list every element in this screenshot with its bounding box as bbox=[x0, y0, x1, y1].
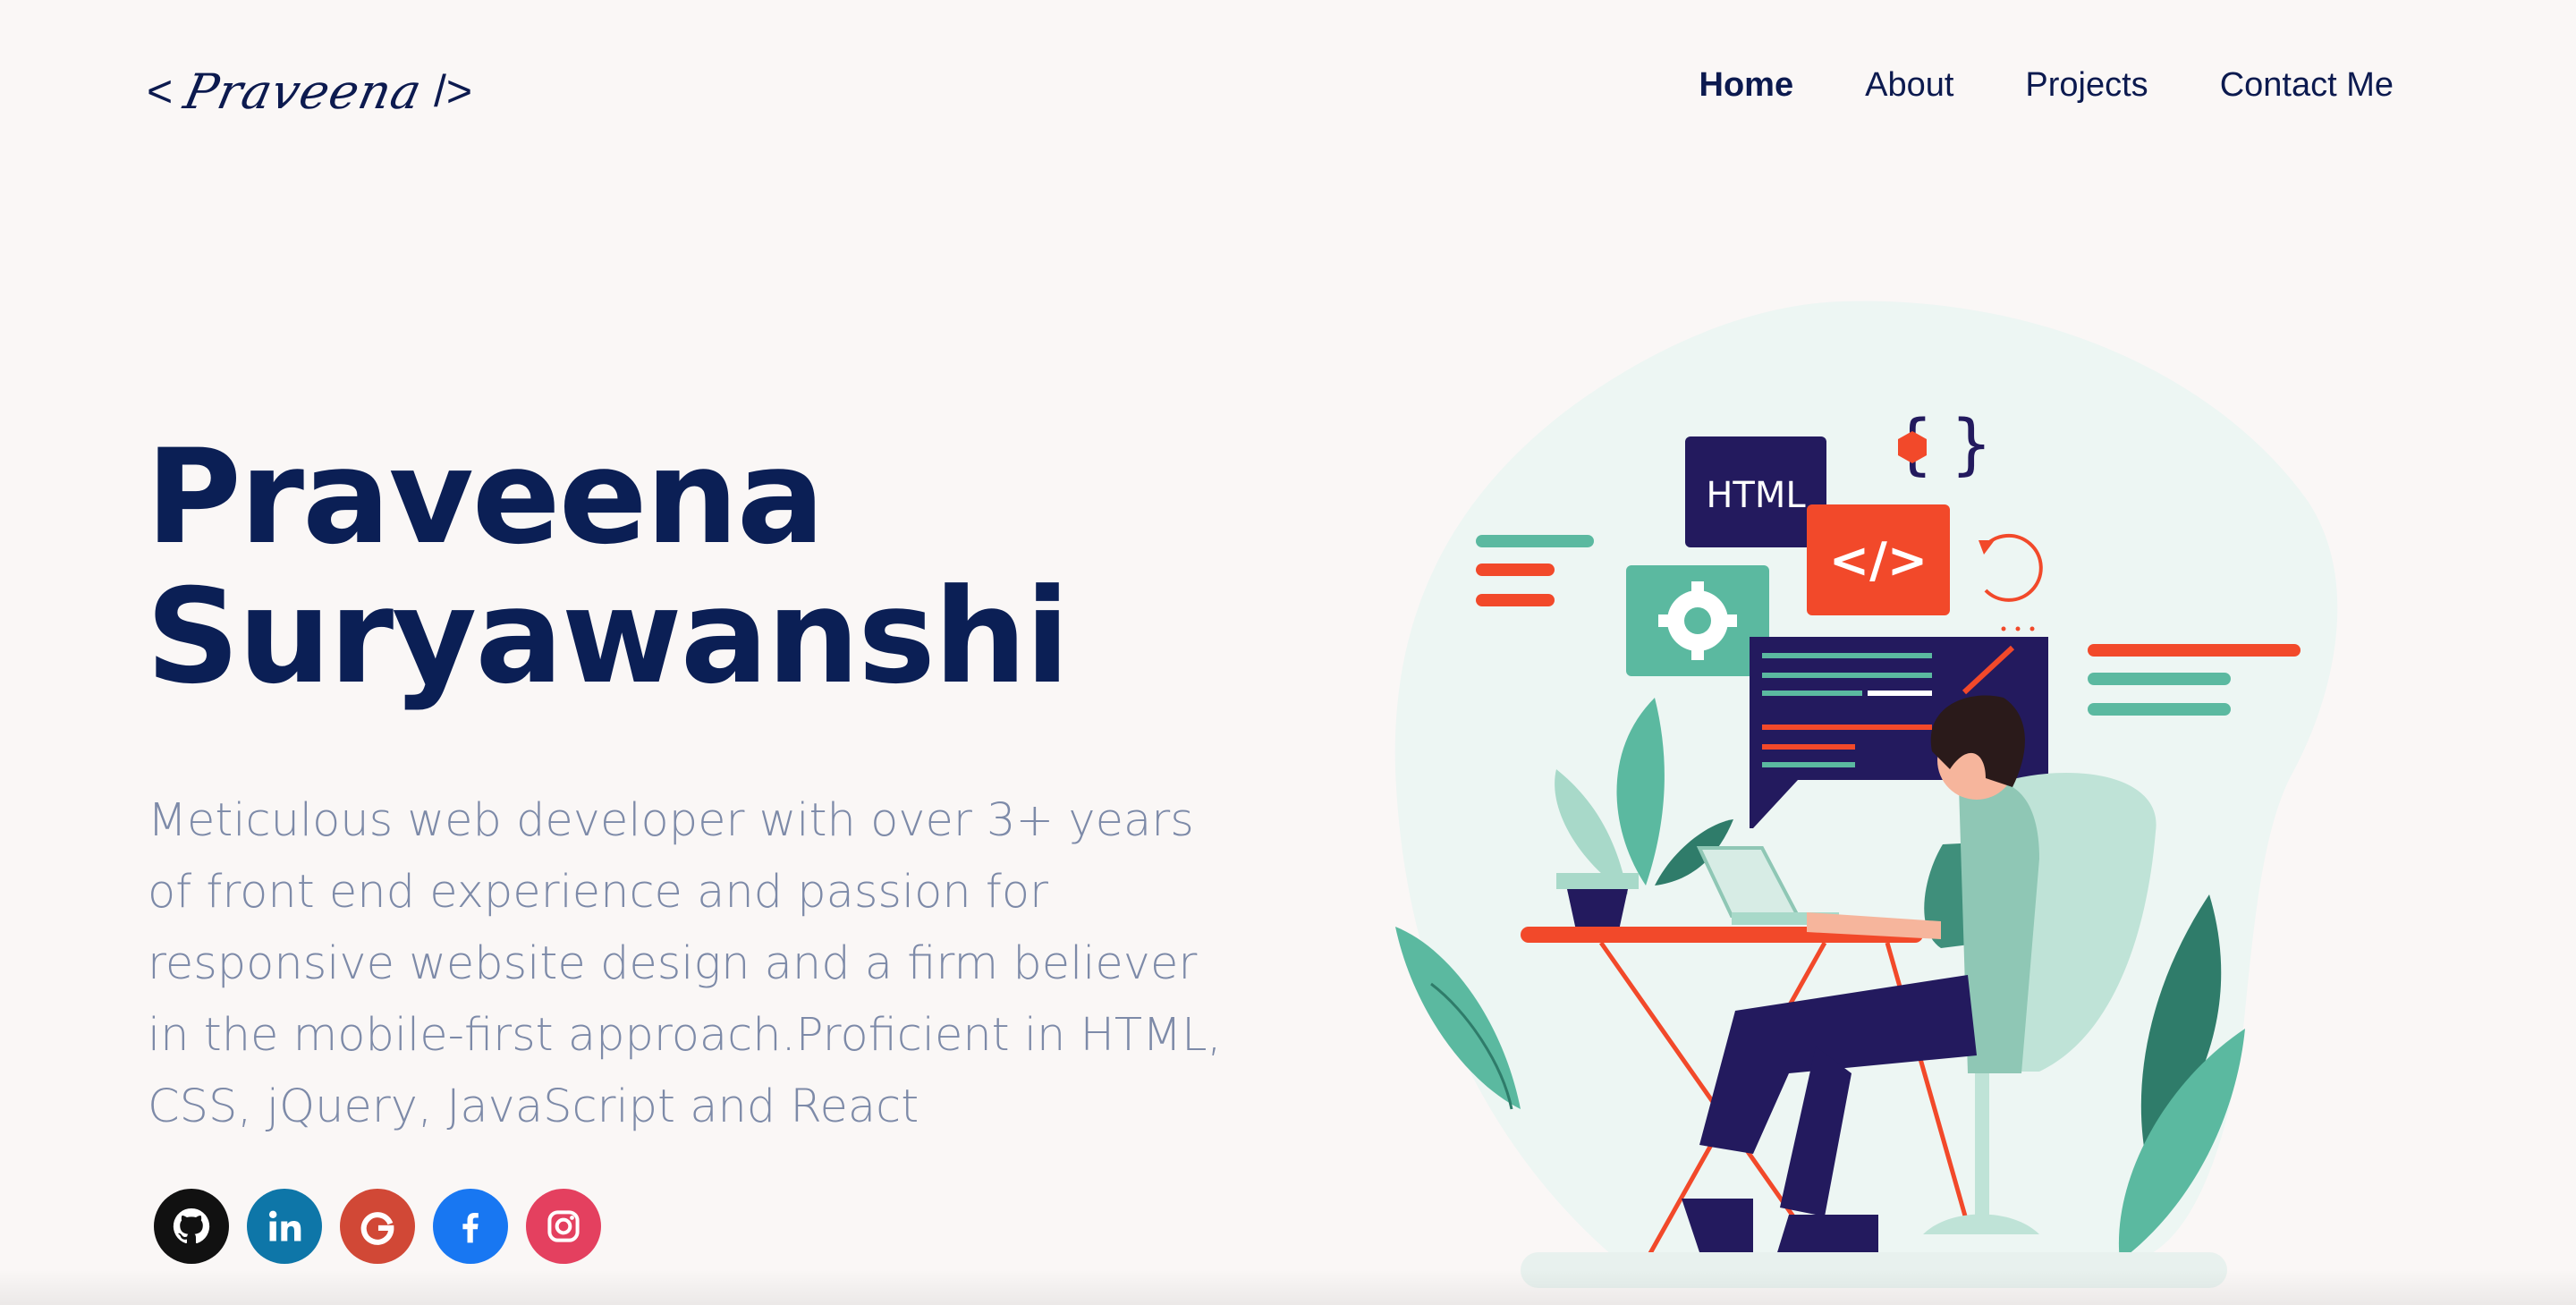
code-badge-label: </> bbox=[1829, 532, 1928, 589]
hero-title: Praveena Suryawanshi bbox=[146, 428, 1070, 707]
nav-projects-link[interactable]: Projects bbox=[2025, 66, 2148, 105]
bottom-shadow bbox=[0, 1269, 2576, 1305]
hero-title-line1: Praveena bbox=[146, 421, 825, 573]
facebook-icon[interactable] bbox=[433, 1189, 508, 1264]
instagram-icon[interactable] bbox=[526, 1189, 601, 1264]
google-icon[interactable] bbox=[340, 1189, 415, 1264]
github-icon[interactable] bbox=[154, 1189, 229, 1264]
main-nav: Home About Projects Contact Me bbox=[1699, 66, 2394, 105]
logo-signature: Praveena bbox=[179, 63, 428, 120]
linkedin-icon[interactable] bbox=[247, 1189, 322, 1264]
nav-about-link[interactable]: About bbox=[1865, 66, 1953, 105]
hero-title-line2: Suryawanshi bbox=[146, 561, 1070, 713]
logo-open-bracket: < bbox=[147, 66, 174, 116]
code-badge: </> bbox=[1807, 504, 1950, 615]
social-links bbox=[154, 1189, 601, 1264]
site-header: < Praveena /> Home About Projects Contac… bbox=[0, 0, 2576, 188]
svg-text:}: } bbox=[1950, 406, 1992, 483]
nav-home-link[interactable]: Home bbox=[1699, 66, 1794, 105]
site-logo[interactable]: < Praveena /> bbox=[147, 55, 472, 127]
nav-contact-link[interactable]: Contact Me bbox=[2220, 66, 2394, 105]
gear-icon bbox=[1626, 565, 1769, 676]
html-badge: HTML bbox=[1685, 436, 1826, 547]
developer-illustration: HTML { } </> bbox=[1394, 301, 2338, 1288]
logo-close-bracket: /> bbox=[433, 66, 473, 116]
hero-description: Meticulous web developer with over 3+ ye… bbox=[148, 794, 1222, 1133]
html-badge-label: HTML bbox=[1706, 475, 1806, 516]
